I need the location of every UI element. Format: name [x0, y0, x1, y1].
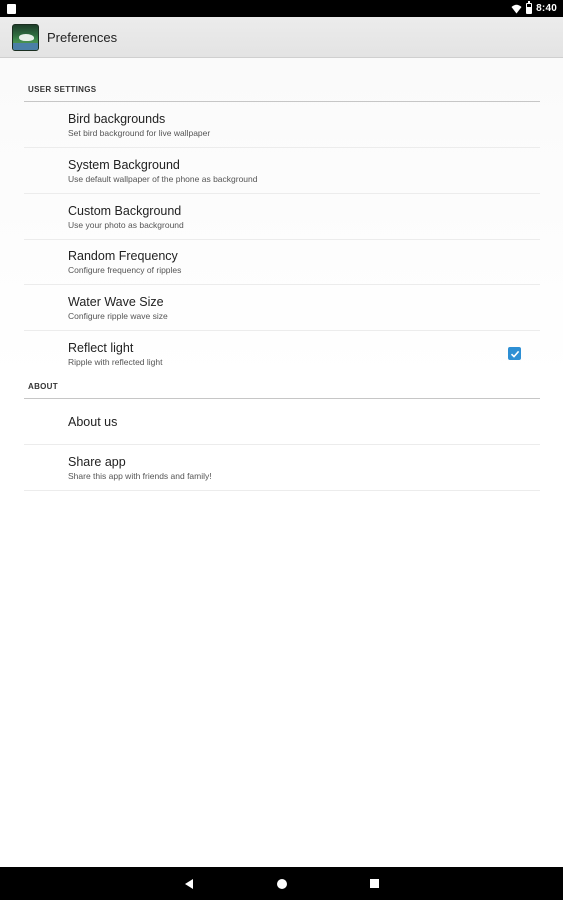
pref-summary: Share this app with friends and family!	[68, 471, 212, 481]
pref-share-app[interactable]: Share app Share this app with friends an…	[24, 446, 540, 491]
bird-app-icon[interactable]	[12, 23, 39, 51]
recents-icon	[370, 879, 379, 888]
category-title: ABOUT	[28, 382, 58, 391]
reflect-light-checkbox[interactable]	[508, 347, 521, 360]
category-title: USER SETTINGS	[28, 85, 97, 94]
preferences-list: USER SETTINGS Bird backgrounds Set bird …	[0, 58, 563, 867]
pref-summary: Ripple with reflected light	[68, 357, 163, 367]
pref-water-wave-size[interactable]: Water Wave Size Configure ripple wave si…	[24, 286, 540, 331]
pref-random-frequency[interactable]: Random Frequency Configure frequency of …	[24, 240, 540, 285]
pref-summary: Set bird background for live wallpaper	[68, 128, 211, 138]
home-icon	[276, 878, 287, 889]
pref-bird-backgrounds[interactable]: Bird backgrounds Set bird background for…	[24, 103, 540, 148]
pref-title: System Background	[68, 158, 180, 172]
pref-title: Share app	[68, 455, 126, 469]
category-user-settings: USER SETTINGS	[24, 85, 540, 102]
pref-custom-background[interactable]: Custom Background Use your photo as back…	[24, 195, 540, 240]
recents-button[interactable]	[365, 874, 385, 894]
pref-about-us[interactable]: About us	[24, 400, 540, 445]
clock: 8:40	[536, 3, 557, 14]
navigation-bar	[0, 867, 563, 900]
pref-title: Custom Background	[68, 204, 182, 218]
pref-title: About us	[68, 415, 118, 429]
pref-reflect-light[interactable]: Reflect light Ripple with reflected ligh…	[24, 332, 540, 377]
wifi-icon	[511, 4, 522, 13]
pref-summary: Configure ripple wave size	[68, 311, 168, 321]
pref-summary: Use default wallpaper of the phone as ba…	[68, 174, 258, 184]
pref-title: Reflect light	[68, 341, 134, 355]
pref-system-background[interactable]: System Background Use default wallpaper …	[24, 149, 540, 194]
page-title: Preferences	[47, 29, 118, 45]
category-about: ABOUT	[24, 382, 540, 399]
home-button[interactable]	[272, 874, 292, 894]
battery-icon	[526, 1, 533, 14]
pref-title: Water Wave Size	[68, 295, 164, 309]
checkmark-icon	[510, 350, 519, 358]
pref-summary: Use your photo as background	[68, 220, 184, 230]
back-button[interactable]	[179, 874, 199, 894]
action-bar: Preferences	[0, 17, 563, 58]
status-bar: 8:40	[0, 0, 563, 17]
pref-title: Bird backgrounds	[68, 112, 166, 126]
pref-summary: Configure frequency of ripples	[68, 265, 182, 275]
notification-icon	[7, 3, 16, 14]
pref-title: Random Frequency	[68, 249, 178, 263]
back-icon	[184, 878, 193, 889]
